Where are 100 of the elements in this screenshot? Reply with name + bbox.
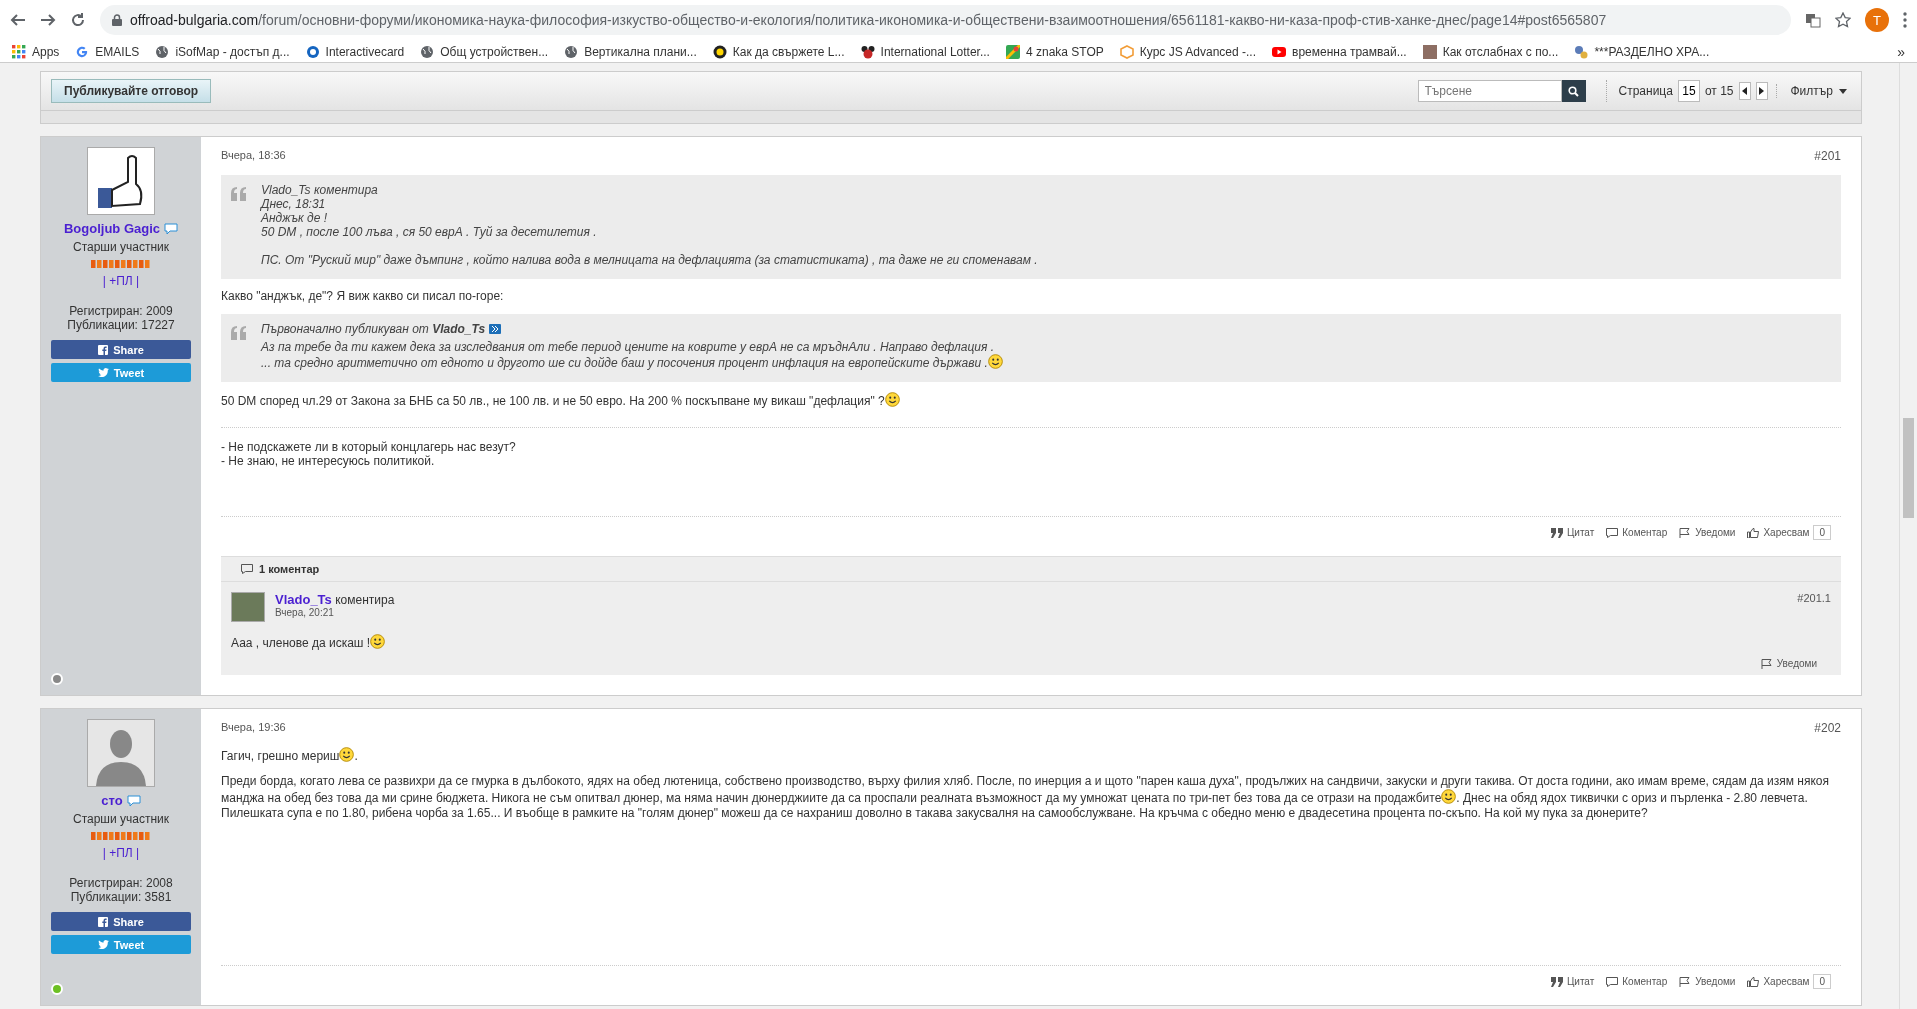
- like-count: 0: [1813, 974, 1831, 989]
- hand-gesture-drawing: [87, 147, 155, 215]
- post-number-link[interactable]: #201: [1814, 149, 1841, 163]
- comment-icon: [1606, 527, 1619, 538]
- signature-text: - Не подскажете ли в который концлагерь нас везут?: [221, 440, 517, 454]
- reputation-bar-icon: [91, 260, 151, 268]
- smiley-icon: [884, 392, 900, 407]
- registered-date: Регистриран: 2009: [68, 304, 174, 318]
- go-to-post-icon[interactable]: [489, 324, 502, 334]
- star-icon[interactable]: [1835, 12, 1851, 28]
- post-action-button[interactable]: Коментар: [1606, 976, 1668, 987]
- left-triangle-icon: [1742, 87, 1747, 95]
- bookmark-link[interactable]: Курс JS Advanced -...: [1139, 44, 1257, 59]
- post-count: Публикации: 3581: [69, 890, 173, 904]
- post-action-button[interactable]: Уведоми: [1679, 527, 1736, 538]
- forward-icon[interactable]: [40, 12, 56, 28]
- lock-icon: [112, 14, 122, 26]
- registered-date: Регистриран: 2008: [69, 876, 173, 890]
- report-button[interactable]: Уведоми: [1760, 658, 1817, 669]
- comment-date: Вчера, 20:21: [275, 607, 335, 618]
- previous-page-button[interactable]: [1738, 82, 1751, 100]
- search-icon: [1568, 85, 1579, 97]
- comment-count: 1 коментар: [259, 563, 320, 575]
- chat-bubble-icon[interactable]: [126, 794, 141, 807]
- post-action-button[interactable]: Харесвам: [1747, 976, 1810, 987]
- menu-icon[interactable]: [1903, 12, 1907, 28]
- globe-icon: [155, 44, 170, 59]
- translate-icon[interactable]: [1805, 12, 1821, 28]
- smiley-icon: [370, 634, 386, 649]
- post-action-button[interactable]: Уведоми: [1679, 976, 1736, 987]
- photo-placeholder: [231, 592, 265, 622]
- back-icon[interactable]: [10, 12, 26, 28]
- facebook-icon: [98, 344, 109, 355]
- comment-author-link[interactable]: Vlado_Ts: [275, 592, 332, 607]
- share-button[interactable]: Share: [51, 912, 191, 931]
- bird-icon: [97, 940, 109, 949]
- user-tag-link[interactable]: | +ПЛ |: [102, 846, 140, 860]
- flag-icon: [1760, 658, 1773, 669]
- search-button[interactable]: [1561, 80, 1586, 102]
- quote-text: Днес, 18:31: [261, 197, 327, 211]
- box-icon: [1119, 44, 1134, 59]
- bookmark-link[interactable]: EMAILS: [95, 44, 140, 59]
- post-action-button[interactable]: Коментар: [1606, 527, 1668, 538]
- comment-icon: [1606, 976, 1619, 987]
- chat-bubble-icon[interactable]: [164, 222, 179, 235]
- bookmark-link[interactable]: временна трамвай...: [1292, 44, 1407, 59]
- right-triangle-icon: [1759, 87, 1764, 95]
- bookmark-link[interactable]: Вертикална плани...: [584, 44, 697, 59]
- thumbs-up-icon: [1747, 976, 1760, 987]
- bookmark-link[interactable]: Как да свържете L...: [732, 44, 845, 59]
- map-icon: [1005, 44, 1020, 59]
- user-tag-link[interactable]: | +ПЛ |: [102, 274, 140, 288]
- bookmark-link[interactable]: 4 znaka STOP: [1025, 44, 1104, 59]
- user-rank: Старши участник: [72, 240, 169, 254]
- bookmark-link[interactable]: Как отслабнах с по...: [1442, 44, 1559, 59]
- thumbs-up-icon: [1747, 527, 1760, 538]
- username-link[interactable]: Bogoljub Gagic: [63, 221, 161, 236]
- site-logo-icon: [305, 44, 320, 59]
- reputation-bar-icon: [91, 832, 151, 840]
- reload-icon[interactable]: [70, 12, 86, 28]
- quote-text: Аз па требе да ти кажем дека за изследвания от тебе период цените на коврите у еврА не са мръднАли . Направо дефлация .: [261, 340, 996, 354]
- google-g-icon: [75, 44, 90, 59]
- post-number-link[interactable]: #202: [1814, 721, 1841, 735]
- quote-icon: [1550, 527, 1563, 538]
- bookmark-link[interactable]: Общ устройствен...: [440, 44, 549, 59]
- post-action-button[interactable]: Харесвам: [1747, 527, 1810, 538]
- site-logo-icon: [712, 44, 727, 59]
- post-action-button[interactable]: Цитат: [1550, 976, 1595, 987]
- search-field[interactable]: Търсене: [1417, 80, 1562, 102]
- post-text: Какво "анджък, де"? Я виж какво си писал по-горе:: [221, 289, 505, 304]
- bookmark-link[interactable]: International Lotter...: [880, 44, 990, 59]
- post-text: Преди борда, когато лева се развихри да се гмурка в дълбокото, ядях на обед лютеница, собствено производство, върху филия хляб. После, по инерция а и щото "парен каша духа", продължих на сандвичи, закуски и други такива. От доста години, ако имам време, сядам да изям някоя манджа на обед без това да ми срине бюджета. Никога не съм опитвал дюнер, ма няма начин дюнерджиите да са проспали реалната възможност да му умножат цената по три-пет без това да се отрази на продажбите . Днес на обяд ядох тиквички с ориз и пърленка - 2.80 левчета. Пилешката супа е по 1.80, рибена чорба за 1.65... И въобще в рамките на "голям дюнер" можеш да се нахраниш доволно в такава закусвалня на самообслужване. На кръчма с обедно меню е двадесетина процента по-скъпо. На кой му пука за дюнерите?: [221, 774, 1830, 821]
- next-page-button[interactable]: [1755, 82, 1768, 100]
- filter-dropdown[interactable]: Филтър: [1775, 84, 1851, 98]
- mouse-ears-icon: [860, 44, 875, 59]
- page-number-field[interactable]: 15: [1677, 80, 1700, 102]
- page-label: Страница: [1618, 84, 1673, 98]
- username-link[interactable]: сто: [101, 793, 123, 808]
- reply-button[interactable]: Публикувайте отговор: [51, 79, 212, 103]
- comment-icon: [241, 564, 253, 574]
- quote-attribution: Първоначално публикуван от Vlado_Ts: [261, 322, 486, 336]
- quote-text: Vlado_Ts коментира: [261, 183, 379, 197]
- address-bar[interactable]: offroad-bulgaria.com/forum/основни-форуми/икономика-наука-философия-изкуство-общество-и-екология/политика-икономика-и-обществени-взаимоотношения/6561181-какво-ни-каза-проф-стив-ханке-днес/page14#post6565807: [100, 5, 1791, 35]
- more-bookmarks-button[interactable]: »: [1897, 43, 1905, 60]
- bookmark-link[interactable]: ***РАЗДЕЛНО ХРА...: [1594, 44, 1710, 59]
- quote-text: 50 DM , после 100 лъва , ся 50 еврА . Туй за десетилетия .: [261, 225, 598, 239]
- quote-text: Анджък де !: [261, 211, 329, 225]
- scrollbar[interactable]: [1899, 63, 1917, 1009]
- post-count: Публикации: 17227: [67, 318, 175, 332]
- play-icon: [1272, 44, 1287, 59]
- share-button[interactable]: Share: [51, 340, 191, 359]
- post-action-button[interactable]: Цитат: [1550, 527, 1595, 538]
- comment-number: #201.1: [1797, 592, 1831, 604]
- bookmark-link[interactable]: iSofMap - достъп д...: [175, 44, 290, 59]
- smiley-icon: [339, 747, 355, 762]
- quote-mark-icon: [231, 326, 247, 340]
- quote-mark-icon: [231, 187, 247, 201]
- user-silhouette-icon: [87, 719, 155, 787]
- bookmark-link[interactable]: Apps: [32, 44, 60, 59]
- bookmark-link[interactable]: Interactivecard: [325, 44, 405, 59]
